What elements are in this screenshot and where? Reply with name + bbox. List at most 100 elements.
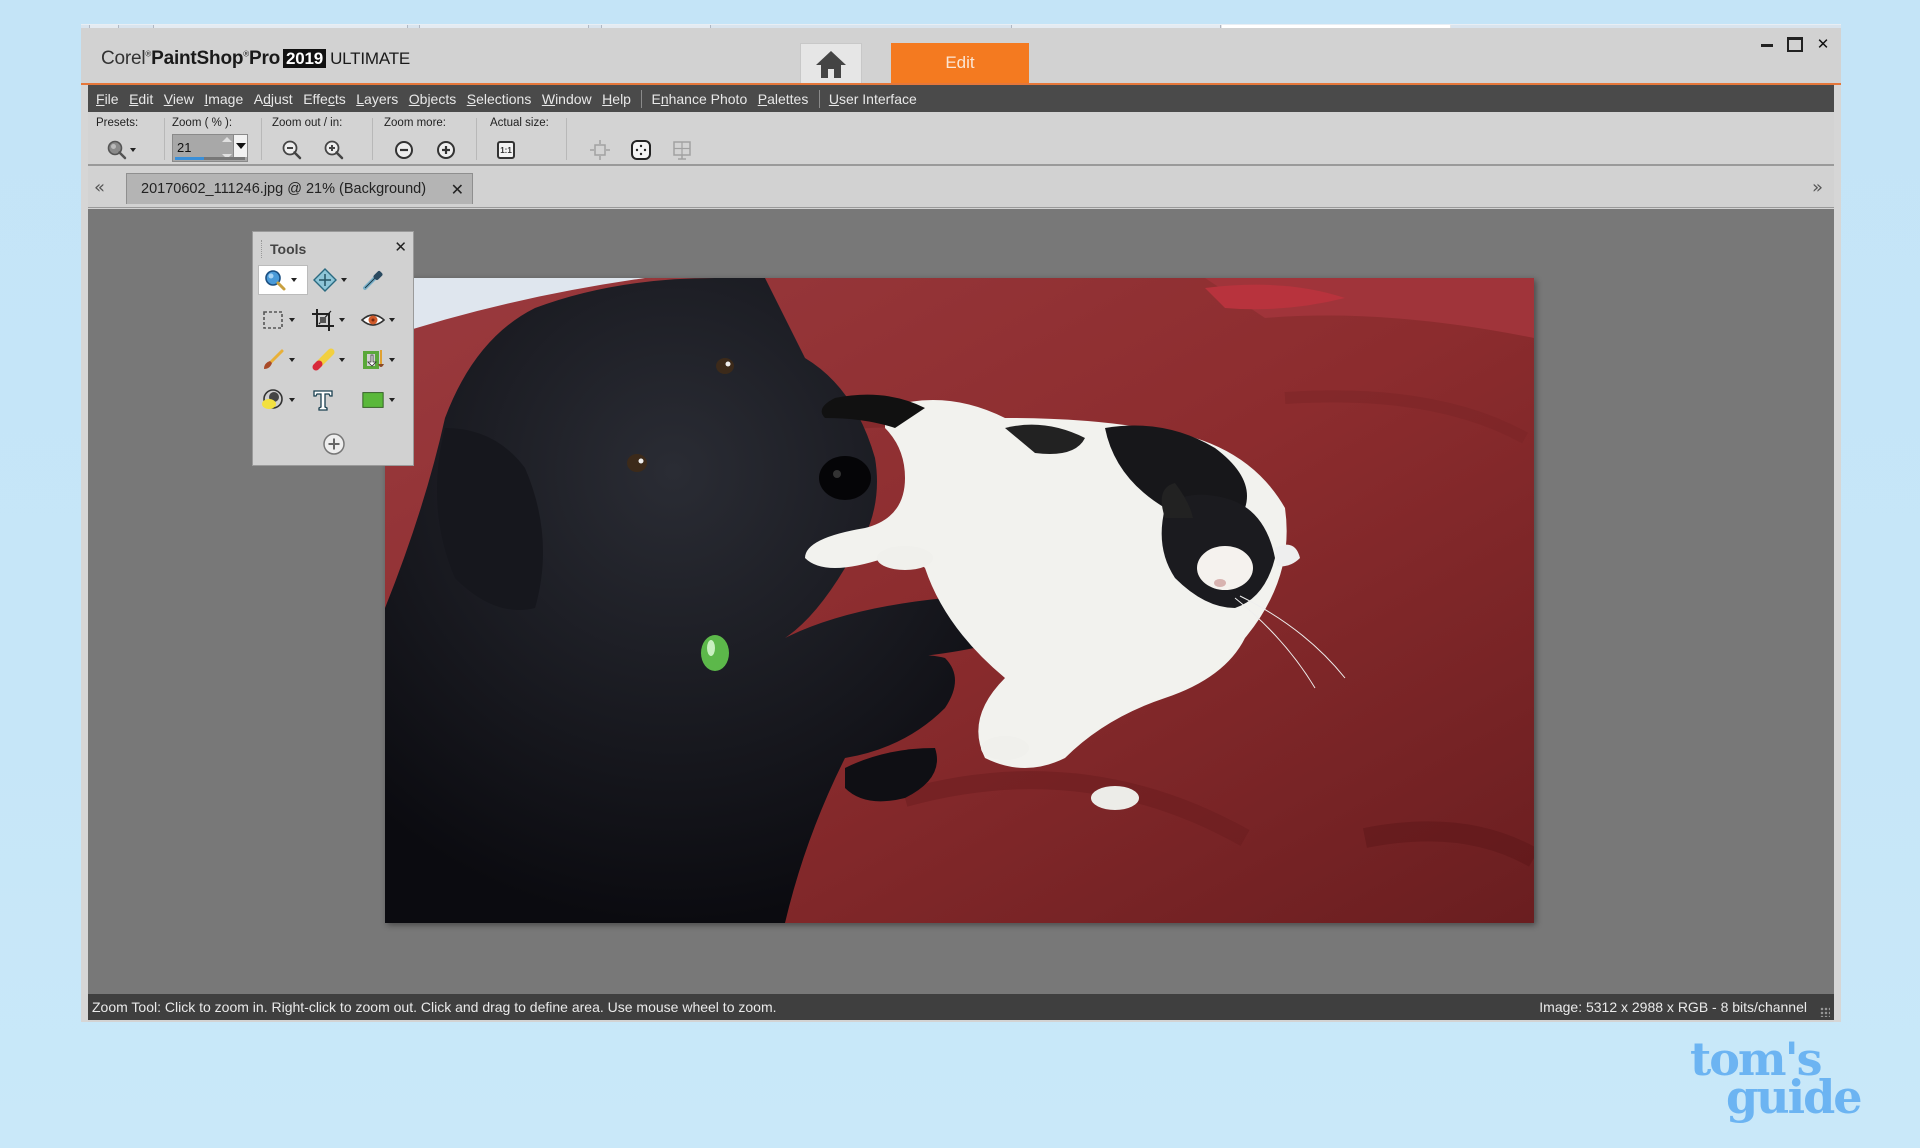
smart-carver-tool[interactable] — [361, 345, 395, 375]
menu-adjust[interactable]: Adjust — [254, 91, 293, 107]
zoom-in-button[interactable] — [322, 138, 346, 162]
chevron-down-icon[interactable] — [289, 318, 295, 322]
minimize-button[interactable] — [1759, 36, 1775, 52]
add-circle-icon — [323, 433, 345, 455]
eraser-icon — [312, 348, 335, 371]
pan-fit-button[interactable] — [588, 138, 612, 162]
zoom-percent-field — [172, 134, 248, 162]
window-border-right — [1834, 85, 1841, 1022]
chevron-down-icon[interactable] — [389, 398, 395, 402]
document-tab-title: 20170602_111246.jpg @ 21% (Background) — [141, 181, 427, 197]
fit-window-icon — [631, 140, 651, 160]
brand-name: Corel — [101, 48, 146, 69]
crop-icon — [312, 309, 334, 331]
zoom-more-in-button[interactable] — [434, 138, 458, 162]
zoom-out-button[interactable] — [280, 138, 304, 162]
chevron-down-icon[interactable] — [389, 358, 395, 362]
menu-view[interactable]: View — [164, 91, 194, 107]
toolbar-separator — [164, 118, 165, 160]
menu-enhance-photo[interactable]: Enhance Photo — [651, 91, 747, 107]
menu-image[interactable]: Image — [204, 91, 243, 107]
move-arrows-icon — [313, 268, 337, 292]
zoom-slider-fill — [175, 157, 205, 160]
red-eye-tool[interactable] — [361, 305, 395, 335]
actual-size-label: Actual size: — [490, 117, 549, 129]
resize-grip[interactable] — [1820, 1007, 1830, 1017]
pan-tool[interactable] — [313, 265, 347, 295]
menu-file[interactable]: File — [96, 91, 119, 107]
menu-objects[interactable]: Objects — [409, 91, 456, 107]
tools-palette: Tools ✕ — [252, 231, 414, 466]
eraser-tool[interactable] — [311, 345, 345, 375]
maximize-button[interactable] — [1787, 36, 1803, 52]
tab-scroll-left-button[interactable]: « — [94, 178, 108, 198]
menu-separator — [818, 89, 820, 108]
menu-window[interactable]: Window — [542, 91, 592, 107]
zoom-tool[interactable] — [258, 265, 308, 295]
toolbar-separator — [566, 118, 567, 160]
palette-grip[interactable] — [261, 240, 263, 258]
chevron-down-icon[interactable] — [341, 278, 347, 282]
menu-edit[interactable]: Edit — [129, 91, 153, 107]
menu-selections[interactable]: Selections — [467, 91, 532, 107]
pan-move-icon — [590, 140, 610, 160]
zoom-dropdown-button[interactable] — [233, 135, 247, 157]
chevron-down-icon[interactable] — [289, 398, 295, 402]
close-button[interactable]: ✕ — [1815, 35, 1831, 53]
plus-circle-icon — [437, 141, 455, 159]
menu-effects[interactable]: Effects — [303, 91, 346, 107]
zoom-more-group: Zoom more: — [384, 112, 484, 164]
status-message: Zoom Tool: Click to zoom in. Right-click… — [92, 999, 777, 1015]
fit-to-screen-button[interactable] — [670, 138, 694, 162]
fit-to-window-button[interactable] — [629, 138, 653, 162]
add-tool-button[interactable] — [322, 432, 346, 456]
chevron-down-icon[interactable] — [339, 358, 345, 362]
actual-size-button[interactable]: 1:1 — [494, 138, 518, 162]
product-name: PaintShop — [151, 48, 244, 69]
fill-tool[interactable] — [261, 385, 295, 415]
zoom-spinner[interactable] — [221, 137, 233, 159]
zoom-more-out-button[interactable] — [392, 138, 416, 162]
paint-brush-tool[interactable] — [261, 345, 295, 375]
spin-up-icon[interactable] — [222, 137, 232, 142]
chevron-down-icon[interactable] — [389, 318, 395, 322]
toolbar-separator — [372, 118, 373, 160]
flood-fill-icon — [262, 389, 283, 409]
selection-tool[interactable] — [261, 305, 295, 335]
chevron-down-icon[interactable] — [289, 358, 295, 362]
presets-group: Presets: — [96, 112, 156, 164]
menu-layers[interactable]: Layers — [356, 91, 398, 107]
zoom-out-icon — [282, 140, 302, 160]
chevron-down-icon[interactable] — [291, 278, 297, 282]
menu-help[interactable]: Help — [602, 91, 631, 107]
text-icon — [313, 390, 333, 411]
eye-icon — [361, 314, 385, 326]
chevron-down-icon[interactable] — [339, 318, 345, 322]
menu-user-interface[interactable]: User Interface — [829, 91, 917, 107]
edit-tab-button[interactable]: Edit — [891, 43, 1029, 83]
window-border-left — [81, 85, 88, 1022]
text-tool[interactable] — [311, 385, 345, 415]
tab-scroll-right-button[interactable]: » — [1812, 178, 1826, 198]
tools-palette-title: Tools — [270, 241, 307, 257]
dropper-tool[interactable] — [361, 265, 395, 295]
image-info: Image: 5312 x 2988 x RGB - 8 bits/channe… — [1539, 999, 1807, 1015]
document-tab-bar: « 20170602_111246.jpg @ 21% (Background)… — [88, 168, 1834, 208]
close-document-tab-button[interactable]: ✕ — [451, 180, 464, 199]
document-tab[interactable]: 20170602_111246.jpg @ 21% (Background) ✕ — [126, 173, 473, 204]
zoom-percent-input[interactable] — [175, 137, 221, 157]
zoom-slider-track[interactable] — [175, 157, 245, 160]
menu-palettes[interactable]: Palettes — [758, 91, 809, 107]
minus-circle-icon — [395, 141, 413, 159]
presets-dropdown[interactable] — [104, 138, 138, 162]
home-tab-button[interactable] — [800, 43, 862, 83]
close-tools-palette-button[interactable]: ✕ — [394, 238, 407, 256]
toms-guide-watermark: tom's guide — [1690, 1036, 1890, 1120]
shape-tool[interactable] — [361, 385, 395, 415]
photo-image[interactable] — [385, 278, 1534, 923]
status-bar: Zoom Tool: Click to zoom in. Right-click… — [88, 994, 1834, 1020]
zoom-percent-group: Zoom ( % ): — [172, 112, 252, 164]
crop-tool[interactable] — [311, 305, 345, 335]
toolbar-separator — [261, 118, 262, 160]
presets-label: Presets: — [96, 117, 139, 129]
